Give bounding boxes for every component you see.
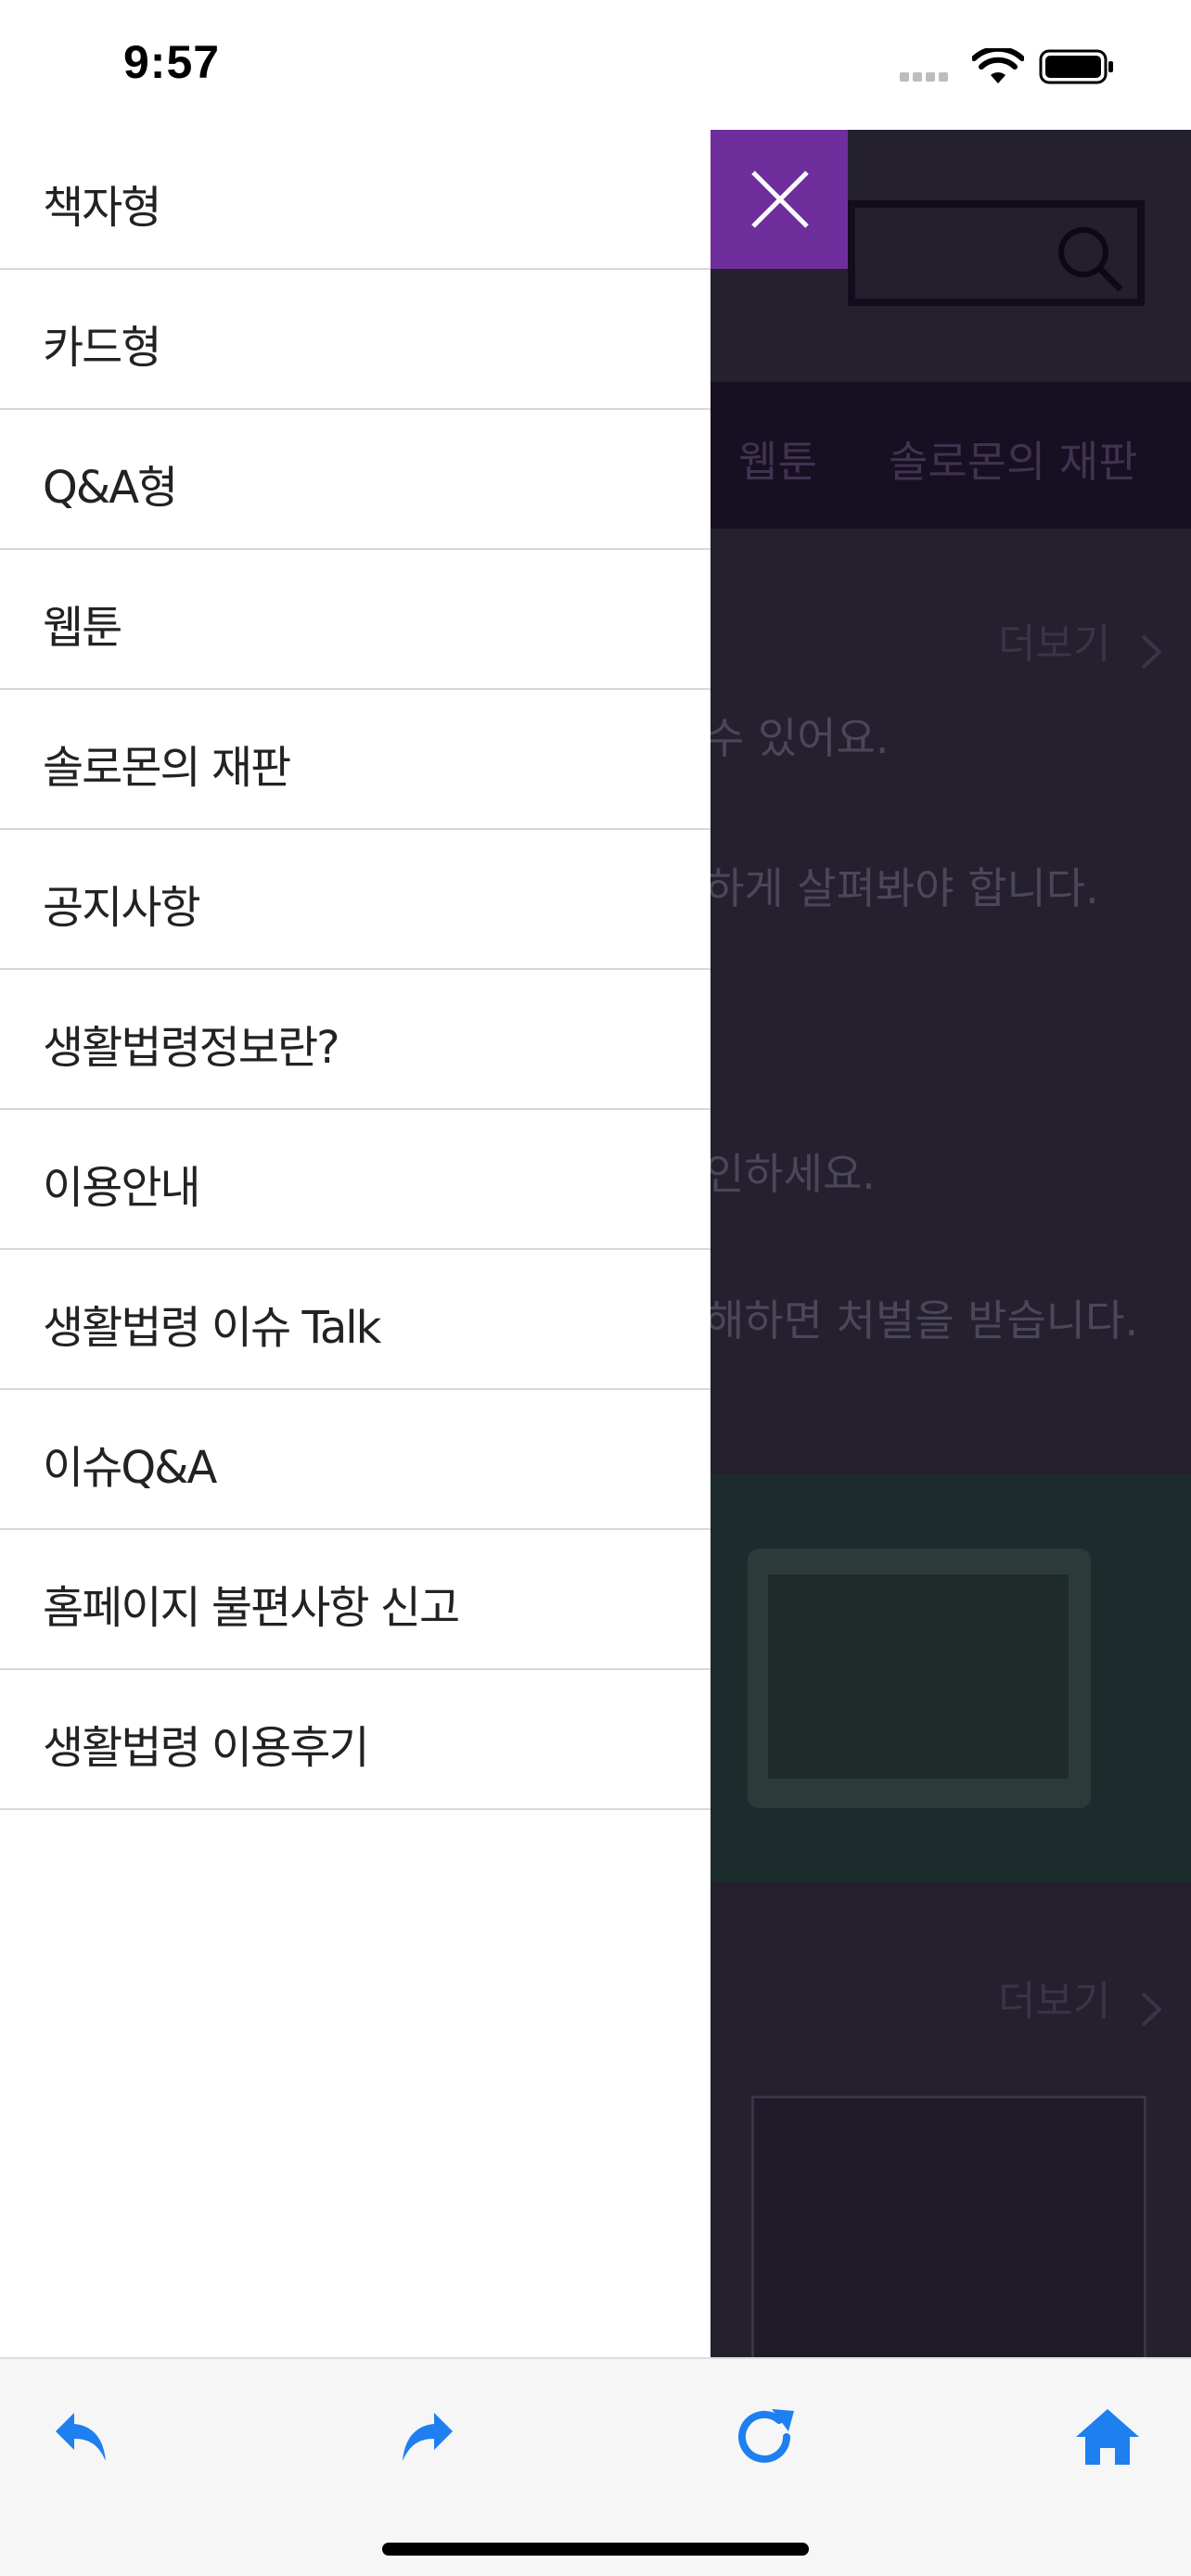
background-nav-item: 웹툰 [738,437,817,487]
menu-item-label: 공지사항 [43,882,201,934]
home-indicator [382,2543,809,2556]
chevron-right-icon [1141,1992,1162,2027]
background-search-box [848,200,1145,306]
close-menu-button[interactable] [711,130,848,269]
background-more-link: 더보기 [998,1978,1111,2025]
search-icon [1058,227,1123,292]
menu-item-label: 솔로몬의 재판 [43,742,291,794]
chevron-right-icon [1141,634,1162,670]
menu-item-label: 책자형 [43,182,161,234]
side-drawer-menu: 책자형 카드형 Q&A형 웹툰 솔로몬의 재판 공지사항 생활법령정보란? 이용… [0,130,711,2357]
close-icon [751,171,809,228]
menu-item-label: Q&A형 [43,462,178,514]
back-arrow-icon[interactable] [46,2400,121,2474]
menu-item-label: 생활법령 이용후기 [43,1722,370,1774]
menu-item-label: 홈페이지 불편사항 신고 [43,1582,460,1634]
background-house-photo [751,2096,1146,2357]
menu-item-qa-type[interactable]: Q&A형 [0,410,711,550]
reload-icon[interactable] [729,2400,803,2474]
menu-item-webtoon[interactable]: 웹툰 [0,550,711,690]
menu-item-booklet[interactable]: 책자형 [0,130,711,270]
status-time: 9:57 [123,36,221,88]
menu-item-issue-qa[interactable]: 이슈Q&A [0,1390,711,1530]
background-more-link: 더보기 [998,620,1111,668]
background-banner-image [711,1474,1191,1882]
background-text-line: 하게 살펴봐야 합니다. [705,863,1099,913]
menu-item-report-inconvenience[interactable]: 홈페이지 불편사항 신고 [0,1530,711,1670]
menu-item-solomon-trial[interactable]: 솔로몬의 재판 [0,690,711,830]
menu-item-card[interactable]: 카드형 [0,270,711,410]
cellular-signal-icon [900,72,957,83]
wifi-icon [972,48,1024,83]
menu-item-usage-guide[interactable]: 이용안내 [0,1110,711,1250]
home-icon[interactable] [1070,2400,1145,2474]
menu-item-label: 웹툰 [43,602,122,654]
background-text-line: 수 있어요. [705,713,890,763]
menu-item-label: 생활법령정보란? [43,1022,340,1074]
menu-item-about[interactable]: 생활법령정보란? [0,970,711,1110]
menu-item-notices[interactable]: 공지사항 [0,830,711,970]
forward-arrow-icon[interactable] [388,2400,462,2474]
menu-item-issue-talk[interactable]: 생활법령 이슈 Talk [0,1250,711,1390]
background-nav-item: 솔로몬의 재판 [889,437,1138,487]
background-text-line: 인하세요. [705,1149,876,1199]
battery-icon [1039,49,1113,84]
menu-item-label: 생활법령 이슈 Talk [43,1302,381,1354]
menu-item-label: 카드형 [43,322,161,374]
menu-item-label: 이용안내 [43,1162,201,1214]
background-text-line: 해하면 처벌을 받습니다. [705,1295,1139,1345]
menu-item-label: 이슈Q&A [43,1442,217,1494]
bottom-toolbar [0,2357,1191,2576]
status-bar: 9:57 [0,0,1191,130]
tablet-illustration [748,1549,1091,1808]
menu-item-reviews[interactable]: 생활법령 이용후기 [0,1670,711,1810]
